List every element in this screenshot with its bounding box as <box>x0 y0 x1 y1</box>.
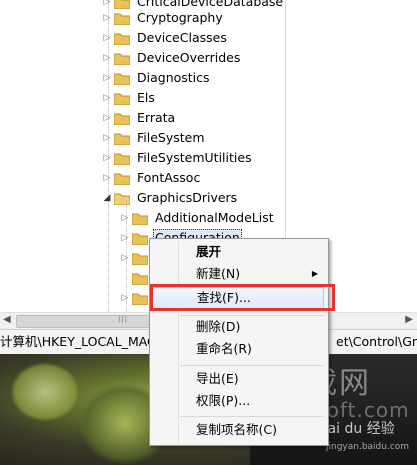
tree-item-filesystemutilities[interactable]: ▷ FileSystemUtilities <box>100 148 254 168</box>
baidu-logo-text: Bai du 经验 <box>318 421 395 437</box>
expand-arrow-icon[interactable]: ▷ <box>118 208 132 228</box>
expand-arrow-icon[interactable]: ▷ <box>118 228 132 248</box>
expand-arrow-icon[interactable]: ▷ <box>118 248 132 268</box>
menu-item-expand[interactable]: 展开 <box>152 241 324 263</box>
expand-arrow-icon[interactable]: ▷ <box>100 88 114 108</box>
menu-item-rename[interactable]: 重命名(R) <box>152 338 324 360</box>
menu-item-label: 展开 <box>196 244 222 259</box>
folder-icon <box>114 32 130 45</box>
folder-icon <box>114 172 130 185</box>
tree-item-cryptography[interactable]: ▷ Cryptography <box>100 8 225 28</box>
folder-icon <box>114 52 130 65</box>
tree-item-deviceclasses[interactable]: ▷ DeviceClasses <box>100 28 229 48</box>
submenu-arrow-icon: ▶ <box>311 269 318 278</box>
folder-icon <box>114 132 130 145</box>
folder-icon <box>114 72 130 85</box>
menu-item-label: 复制项名称(C) <box>196 422 277 437</box>
tree-item-label: Cryptography <box>137 10 223 25</box>
menu-item-new[interactable]: 新建(N) ▶ <box>152 263 324 285</box>
menu-item-permissions[interactable]: 权限(P)... <box>152 390 324 412</box>
menu-item-label: 导出(E) <box>196 371 239 386</box>
menu-item-label: 权限(P)... <box>196 393 251 408</box>
tree-item-diagnostics[interactable]: ▷ Diagnostics <box>100 68 212 88</box>
collapse-arrow-icon[interactable]: ◢ <box>100 188 114 208</box>
folder-icon <box>114 112 130 125</box>
folder-icon <box>132 212 148 225</box>
menu-item-export[interactable]: 导出(E) <box>152 368 324 390</box>
expand-arrow-icon[interactable]: ▷ <box>100 68 114 88</box>
menu-item-label: 新建(N) <box>196 266 241 281</box>
expand-arrow-icon[interactable]: ▷ <box>100 48 114 68</box>
tree-item-label: FileSystemUtilities <box>137 150 252 165</box>
menu-item-delete[interactable]: 删除(D) <box>152 316 324 338</box>
scroll-right-arrow-icon[interactable]: ▶ <box>405 314 413 325</box>
tree-item-fontassoc[interactable]: ▷ FontAssoc <box>100 168 202 188</box>
annotation-highlight-box <box>150 284 335 311</box>
expand-arrow-icon[interactable]: ▷ <box>100 108 114 128</box>
expand-arrow-icon[interactable]: ▷ <box>100 8 114 28</box>
tree-item-els[interactable]: ▷ Els <box>100 88 157 108</box>
tree-item-label: AdditionalModeList <box>155 210 274 225</box>
tree-item-label: Errata <box>137 110 176 125</box>
photo-blob <box>10 362 80 422</box>
context-menu[interactable]: 展开 新建(N) ▶ 查找(F)... 删除(D) 重命名(R) 导出(E) 权… <box>149 238 329 446</box>
expand-arrow-icon[interactable]: ▷ <box>100 128 114 148</box>
folder-icon <box>114 12 130 25</box>
folder-icon <box>132 232 148 245</box>
baidu-url: jingyan.baidu.com <box>326 442 410 452</box>
folder-icon <box>114 92 130 105</box>
tree-item-label: FileSystem <box>137 130 205 145</box>
menu-separator <box>180 365 324 366</box>
tree-item-deviceoverrides[interactable]: ▷ DeviceOverrides <box>100 48 242 68</box>
scrollbar-thumb[interactable] <box>16 315 168 328</box>
tree-item-label: DeviceOverrides <box>137 50 241 65</box>
folder-open-icon <box>114 192 130 205</box>
expand-arrow-icon[interactable]: ▷ <box>100 148 114 168</box>
scrollbar-grip-icon: ||| <box>118 315 129 323</box>
folder-icon <box>132 252 148 265</box>
tree-item-label: DeviceClasses <box>137 30 227 45</box>
tree-item-filesystem[interactable]: ▷ FileSystem <box>100 128 207 148</box>
tree-item-errata[interactable]: ▷ Errata <box>100 108 177 128</box>
folder-icon <box>114 152 130 165</box>
folder-icon <box>132 272 148 285</box>
tree-item-label: Diagnostics <box>137 70 210 85</box>
tree-item-graphicsdrivers[interactable]: ◢ GraphicsDrivers <box>100 188 239 208</box>
expand-arrow-icon[interactable]: ▷ <box>100 168 114 188</box>
menu-item-label: 删除(D) <box>196 319 241 334</box>
baidu-jingyan-logo: Bai du 经验 jingyan.baidu.com <box>318 418 413 462</box>
menu-item-copy-key-name[interactable]: 复制项名称(C) <box>152 419 324 441</box>
menu-item-label: 重命名(R) <box>196 341 252 356</box>
menu-separator <box>180 416 324 417</box>
expand-arrow-icon[interactable]: ▷ <box>100 28 114 48</box>
expand-arrow-icon[interactable]: ▷ <box>118 288 132 308</box>
status-path-right: et\Control\Graph <box>336 334 417 349</box>
tree-item-label: Els <box>137 90 155 105</box>
tree-item-label: FontAssoc <box>137 170 201 185</box>
tree-item-additionalmodelist[interactable]: ▷ AdditionalModeList <box>118 208 276 228</box>
folder-icon <box>132 292 148 305</box>
tree-item-label: GraphicsDrivers <box>137 190 238 205</box>
scroll-left-arrow-icon[interactable]: ◀ <box>3 314 11 325</box>
